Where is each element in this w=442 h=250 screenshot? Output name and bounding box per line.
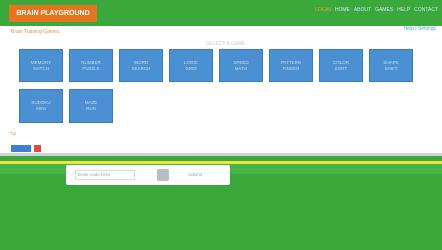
- nav-link-about[interactable]: ABOUT: [354, 6, 371, 14]
- game-tile[interactable]: NUMBER PUZZLE: [69, 49, 113, 82]
- game-tile[interactable]: MAZE RUN: [69, 89, 113, 123]
- page-subtitle: Brain Training Games: [11, 29, 60, 35]
- game-tile[interactable]: SHAPE SHIFT: [369, 49, 413, 82]
- tile-label-bottom: PUZZLE: [82, 65, 100, 71]
- go-button[interactable]: [157, 169, 169, 181]
- nav-link-home[interactable]: HOME: [335, 6, 350, 14]
- nav-link-login[interactable]: LOGIN: [315, 6, 331, 14]
- code-input[interactable]: Enter code here: [75, 170, 135, 180]
- site-logo[interactable]: BRAIN PLAYGROUND: [9, 5, 97, 22]
- nav-link-games[interactable]: GAMES: [375, 6, 393, 14]
- submit-link[interactable]: Submit: [188, 172, 202, 177]
- game-tile[interactable]: WORD SEARCH: [119, 49, 163, 82]
- tile-label-bottom: SORT: [334, 65, 348, 71]
- page-header: Brain Training Games Help | Settings: [0, 26, 442, 40]
- game-tile[interactable]: LOGIC GRID: [169, 49, 213, 82]
- help-link[interactable]: Help | Settings: [404, 26, 436, 32]
- nav-link-contact[interactable]: CONTACT: [414, 6, 438, 14]
- game-tile[interactable]: PATTERN FINDER: [269, 49, 313, 82]
- nav-link-help[interactable]: HELP: [397, 6, 410, 14]
- tile-label-bottom: MATH: [234, 65, 248, 71]
- game-tile[interactable]: COLOR SORT: [319, 49, 363, 82]
- code-form: Enter code here Submit: [66, 165, 230, 185]
- grid-title: SELECT A GAME: [206, 41, 246, 47]
- top-bar: BRAIN PLAYGROUND LOGIN HOME ABOUT GAMES …: [0, 0, 442, 26]
- tile-label-bottom: SEARCH: [131, 65, 151, 71]
- game-tile[interactable]: SPEED MATH: [219, 49, 263, 82]
- red-action-button[interactable]: [34, 145, 41, 152]
- tile-label-bottom: RUN: [86, 106, 96, 111]
- blue-action-button[interactable]: [11, 145, 31, 152]
- tip-note: Tip: [10, 131, 17, 136]
- tile-label-bottom: MINI: [36, 106, 46, 111]
- tile-label-bottom: FINDER: [282, 65, 300, 71]
- tile-label-bottom: SHIFT: [384, 65, 398, 71]
- game-tile[interactable]: MEMORY MATCH: [19, 49, 63, 82]
- game-tile[interactable]: SUDOKU MINI: [19, 89, 63, 123]
- top-nav: LOGIN HOME ABOUT GAMES HELP CONTACT: [315, 5, 438, 15]
- tile-label-bottom: MATCH: [33, 65, 49, 71]
- tile-label-bottom: GRID: [185, 65, 197, 71]
